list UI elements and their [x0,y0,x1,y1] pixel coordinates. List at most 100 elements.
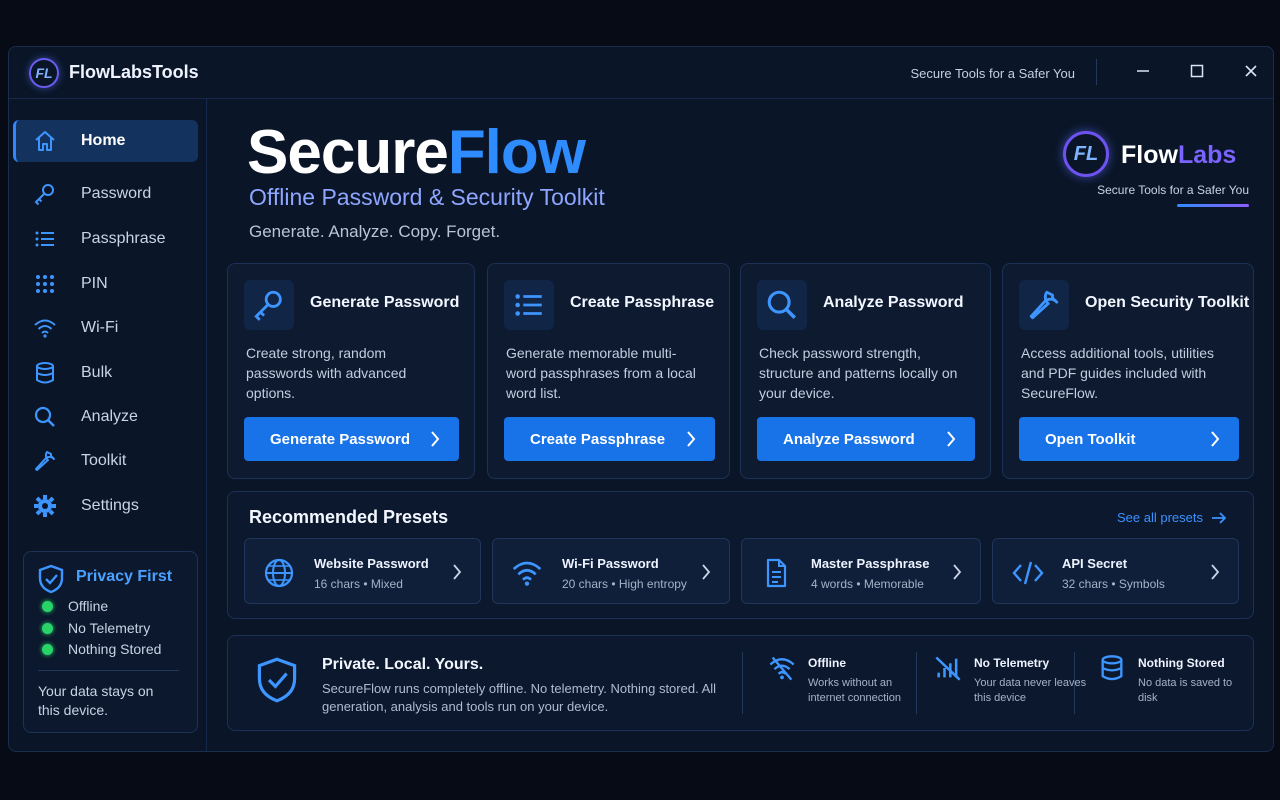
maximize-icon [1190,64,1204,78]
shield-check-icon [256,656,298,709]
status-dot-icon [42,622,53,634]
sidebar-item-wifi[interactable]: Wi-Fi [13,307,198,349]
card-create-passphrase: Create Passphrase Generate memorable mul… [487,263,730,479]
presets-section: Recommended Presets See all presets Webs… [227,491,1254,619]
home-icon [33,129,57,153]
chevron-right-icon [453,564,462,580]
close-button[interactable] [1237,59,1265,85]
sidebar-item-bulk[interactable]: Bulk [13,352,198,394]
brand-logo-name-part: Labs [1177,141,1237,169]
keypad-icon [33,272,57,296]
arrow-right-icon [1212,511,1227,524]
preset-master-passphrase[interactable]: Master Passphrase 4 words • Memorable [741,538,981,604]
brand-logo-icon: FL [1063,131,1109,177]
button-label: Open Toolkit [1045,430,1136,448]
sidebar-item-label: Toolkit [81,452,127,469]
divider [742,652,743,714]
preset-name: Wi-Fi Password [562,556,659,571]
privacy-item: Offline [42,598,108,614]
page-title-part: Secure [247,118,449,187]
analyze-password-button[interactable]: Analyze Password [757,417,975,461]
see-all-presets-link[interactable]: See all presets [1117,510,1227,525]
page-tagline: Generate. Analyze. Copy. Forget. [249,222,501,241]
sidebar-item-analyze[interactable]: Analyze [13,396,198,438]
info-item-title: No Telemetry [974,656,1050,670]
card-open-security-toolkit: Open Security Toolkit Access additional … [1002,263,1254,479]
sidebar-item-passphrase[interactable]: Passphrase [13,218,198,260]
sidebar-item-label: Settings [81,497,139,514]
card-description: Check password strength, structure and p… [759,345,958,401]
sidebar-item-label: Bulk [81,364,113,381]
preset-meta: 16 chars • Mixed [314,577,403,591]
sidebar-item-settings[interactable]: Settings [13,485,198,527]
brand-logo-name-part: Flow [1121,141,1178,169]
preset-wifi-password[interactable]: Wi-Fi Password 20 chars • High entropy [492,538,730,604]
open-toolkit-button[interactable]: Open Toolkit [1019,417,1239,461]
close-icon [1245,65,1257,77]
app-name: FlowLabsTools [69,62,199,82]
status-dot-icon [42,600,53,612]
globe-icon [263,557,295,594]
create-passphrase-button[interactable]: Create Passphrase [504,417,715,461]
title-bar: FL FlowLabsTools Secure Tools for a Safe… [9,47,1273,99]
sidebar-item-pin[interactable]: PIN [13,263,198,305]
info-text: SecureFlow runs completely offline. No t… [322,681,717,714]
database-icon [1098,654,1126,687]
shield-icon [38,564,64,599]
sidebar-item-label: Password [81,185,152,202]
divider [1074,652,1075,714]
code-icon [1011,557,1045,594]
brand-accent-bar [1177,204,1249,207]
wifi-icon [33,316,57,340]
privacy-title: Privacy First [76,568,173,585]
card-title: Analyze Password [823,294,964,311]
card-analyze-password: Analyze Password Check password strength… [740,263,991,479]
link-label: See all presets [1117,510,1203,525]
privacy-item: Nothing Stored [42,641,161,657]
preset-api-secret[interactable]: API Secret 32 chars • Symbols [992,538,1239,604]
privacy-item: No Telemetry [42,620,150,636]
wrench-icon [33,449,57,473]
card-description: Create strong, random passwords with adv… [246,345,407,401]
page-title: SecureFlow [247,117,586,188]
card-description: Access additional tools, utilities and P… [1021,345,1214,401]
key-icon [33,182,57,206]
info-item-text: No data is saved to disk [1138,677,1233,704]
privacy-panel: Privacy First Offline No Telemetry Nothi… [23,551,198,733]
chevron-right-icon [687,431,696,447]
wifi-off-icon [768,654,796,687]
sidebar-item-toolkit[interactable]: Toolkit [13,440,198,482]
maximize-button[interactable] [1183,59,1211,85]
generate-password-button[interactable]: Generate Password [244,417,459,461]
app-brand: FL FlowLabsTools [29,57,199,88]
status-dot-icon [42,643,53,655]
minimize-button[interactable] [1129,59,1157,85]
divider [916,652,917,714]
privacy-item-label: Offline [68,598,109,614]
card-title: Open Security Toolkit [1085,294,1250,311]
sidebar-item-password[interactable]: Password [13,173,198,215]
minimize-icon [1137,70,1149,72]
privacy-item-label: No Telemetry [68,620,151,636]
database-icon [33,361,57,385]
info-item-text: Works without an internet connection [808,677,901,704]
page-subtitle: Offline Password & Security Toolkit [249,184,605,210]
card-description: Generate memorable multi-word passphrase… [506,345,696,401]
brand-logo: FL FlowLabs Secure Tools for a Safer You [1063,131,1249,211]
brand-logo-tagline: Secure Tools for a Safer You [1097,183,1249,197]
chevron-right-icon [1211,431,1220,447]
gear-icon [33,494,57,518]
document-icon [760,557,792,594]
info-item-title: Offline [808,656,846,670]
preset-website-password[interactable]: Website Password 16 chars • Mixed [244,538,481,604]
chevron-right-icon [953,564,962,580]
sidebar-item-home[interactable]: Home [13,120,198,162]
info-title: Private. Local. Yours. [322,656,484,673]
privacy-item-label: Nothing Stored [68,641,162,657]
sidebar-item-label: PIN [81,275,108,292]
key-icon [244,280,294,330]
search-icon [757,280,807,330]
page-title-part: Flow [447,118,586,187]
titlebar-divider [1096,59,1097,85]
no-signal-icon [934,654,962,687]
